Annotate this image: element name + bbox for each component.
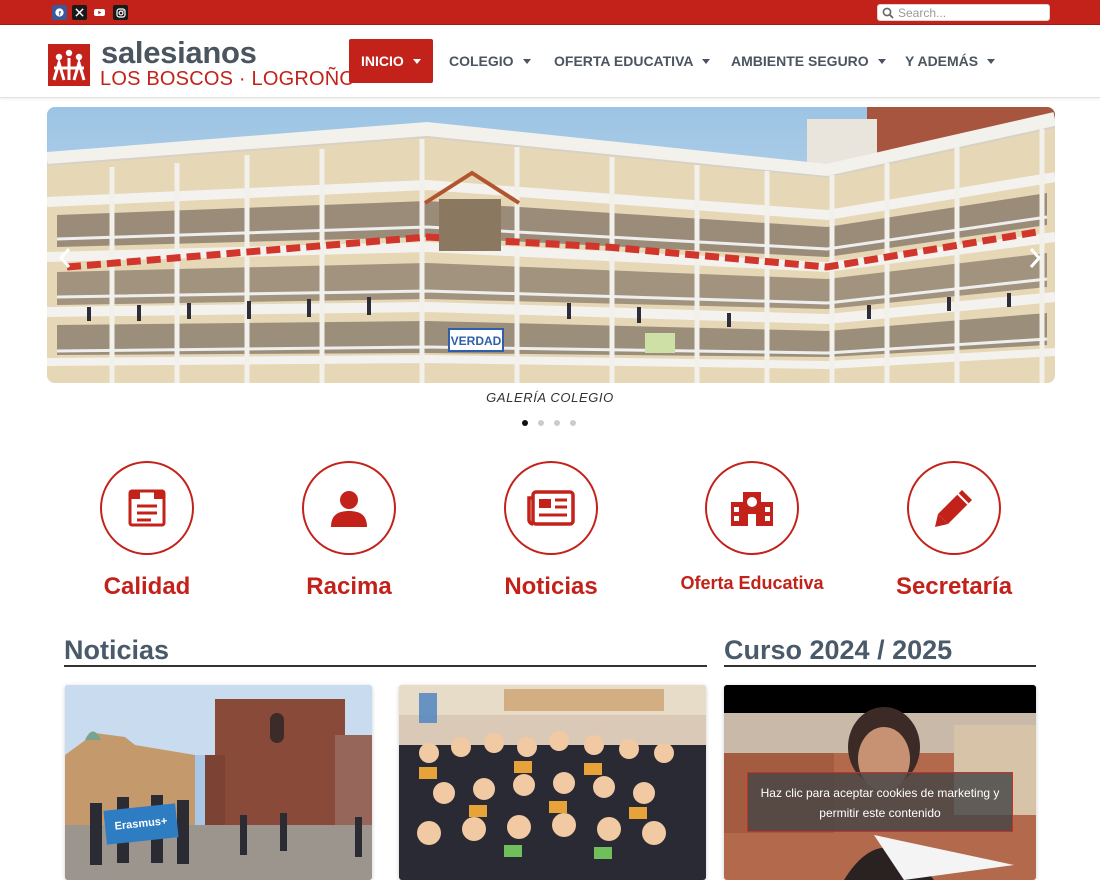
nav-y-ademas[interactable]: Y ADEMÁS <box>905 39 996 83</box>
brand-name[interactable]: salesianos <box>101 35 257 71</box>
shortcut-label: Oferta Educativa <box>680 573 824 593</box>
course-section-title: Curso 2024 / 2025 <box>724 635 953 665</box>
slider-dot[interactable] <box>522 420 528 426</box>
salesianos-logo-icon[interactable] <box>48 44 90 86</box>
chevron-down-icon <box>522 58 531 64</box>
youtube-icon[interactable] <box>92 5 107 20</box>
slider-caption: GALERÍA COLEGIO <box>486 390 614 405</box>
slider-dot[interactable] <box>570 420 576 426</box>
x-icon[interactable] <box>72 5 87 20</box>
school-icon <box>705 461 799 555</box>
chevron-left-icon <box>58 248 71 268</box>
brand-subtitle[interactable]: LOS BOSCOS · LOGROÑO <box>100 68 355 91</box>
shortcut-label: Calidad <box>103 573 191 600</box>
cookie-consent-notice[interactable]: Haz clic para aceptar cookies de marketi… <box>747 772 1013 832</box>
shortcut-noticias[interactable]: Noticias <box>451 461 651 611</box>
pencil-icon <box>907 461 1001 555</box>
search-icon <box>882 7 894 19</box>
search-box[interactable] <box>877 4 1050 21</box>
nav-inicio[interactable]: INICIO <box>349 39 433 83</box>
instagram-icon[interactable] <box>113 5 128 20</box>
site-header: salesianos LOS BOSCOS · LOGROÑO INICIO C… <box>0 25 1100 98</box>
chevron-down-icon <box>702 58 711 64</box>
nav-ambiente-seguro[interactable]: AMBIENTE SEGURO <box>731 39 886 83</box>
nav-colegio[interactable]: COLEGIO <box>449 39 531 83</box>
nav-label: COLEGIO <box>449 53 514 69</box>
certificate-icon <box>100 461 194 555</box>
slider-dot[interactable] <box>538 420 544 426</box>
slider-dot[interactable] <box>554 420 560 426</box>
news-card-erasmus[interactable]: Erasmus+ <box>65 685 372 880</box>
shortcut-racima[interactable]: Racima <box>249 461 449 611</box>
newspaper-icon <box>504 461 598 555</box>
shortcut-oferta-educativa[interactable]: Oferta Educativa <box>652 461 852 611</box>
course-section-divider <box>724 665 1036 667</box>
nav-oferta-educativa[interactable]: OFERTA EDUCATIVA <box>554 39 711 83</box>
news-card-image <box>399 685 706 880</box>
top-bar: f <box>0 0 1100 25</box>
verdad-banner-text: VERDAD <box>451 334 502 348</box>
news-card-infantil[interactable] <box>399 685 706 880</box>
school-building-photo: VERDAD <box>47 107 1055 383</box>
chevron-down-icon <box>987 58 996 64</box>
hero-slider[interactable]: VERDAD <box>47 107 1055 383</box>
news-section-title: Noticias <box>64 635 170 665</box>
chevron-down-icon <box>877 58 886 64</box>
chevron-down-icon <box>412 58 421 64</box>
nav-label: AMBIENTE SEGURO <box>731 53 869 69</box>
nav-label: INICIO <box>361 53 404 69</box>
search-input[interactable] <box>898 5 1048 20</box>
slider-pagination <box>522 420 586 426</box>
chevron-right-icon <box>1029 248 1042 268</box>
shortcut-calidad[interactable]: Calidad <box>47 461 247 611</box>
shortcut-label: Racima <box>306 573 392 600</box>
nav-label: OFERTA EDUCATIVA <box>554 53 694 69</box>
user-icon <box>302 461 396 555</box>
shortcut-secretaria[interactable]: Secretaría <box>854 461 1054 611</box>
nav-label: Y ADEMÁS <box>905 53 979 69</box>
slider-prev-button[interactable] <box>58 245 72 271</box>
shortcut-label: Noticias <box>504 573 598 600</box>
shortcut-label: Secretaría <box>895 573 1013 600</box>
slider-next-button[interactable] <box>1028 245 1042 271</box>
facebook-icon[interactable]: f <box>52 5 67 20</box>
news-section-divider <box>64 665 707 667</box>
news-card-image: Erasmus+ <box>65 685 372 880</box>
